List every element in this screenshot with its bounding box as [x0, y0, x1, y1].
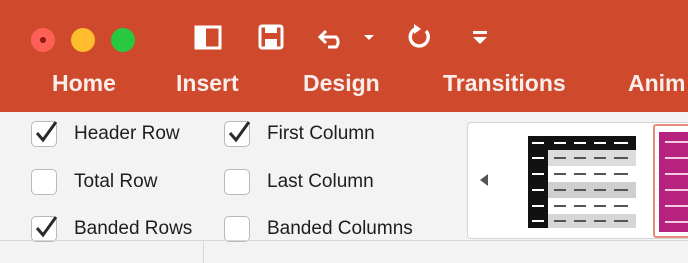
- first-column-checkbox[interactable]: [224, 121, 251, 147]
- last-column-option[interactable]: Last Column: [224, 165, 374, 199]
- tab-transitions[interactable]: Transitions: [443, 70, 566, 97]
- total-row-checkbox[interactable]: [31, 169, 57, 195]
- banded-columns-checkbox[interactable]: [224, 216, 250, 242]
- banded-columns-label: Banded Columns: [267, 218, 413, 239]
- close-button[interactable]: [31, 28, 55, 52]
- group-divider: [203, 240, 204, 263]
- banded-rows-checkbox[interactable]: [31, 216, 58, 242]
- header-row-label: Header Row: [74, 123, 180, 144]
- last-column-label: Last Column: [267, 171, 374, 192]
- tab-design[interactable]: Design: [303, 70, 380, 97]
- ribbon-bottom-divider: [0, 240, 688, 241]
- first-column-option[interactable]: First Column: [224, 117, 375, 151]
- zoom-button[interactable]: [111, 28, 135, 52]
- redo-icon[interactable]: [404, 22, 434, 54]
- total-row-option[interactable]: Total Row: [31, 165, 157, 199]
- header-row-checkbox[interactable]: [31, 121, 58, 147]
- gallery-scroll-left-icon[interactable]: [478, 172, 490, 193]
- customize-icon[interactable]: [470, 22, 490, 54]
- first-column-label: First Column: [267, 123, 375, 144]
- tab-home[interactable]: Home: [52, 70, 116, 97]
- title-bar: Home Insert Design Transitions Anim: [0, 0, 688, 112]
- undo-icon[interactable]: [316, 22, 350, 54]
- save-icon[interactable]: [256, 22, 286, 54]
- total-row-label: Total Row: [74, 171, 158, 192]
- chevron-down-icon[interactable]: [362, 22, 376, 54]
- banded-rows-label: Banded Rows: [74, 218, 193, 239]
- header-row-option[interactable]: Header Row: [31, 117, 180, 151]
- minimize-button[interactable]: [71, 28, 95, 52]
- table-style-thumbnail[interactable]: [528, 136, 636, 233]
- sidebar-icon[interactable]: [193, 22, 223, 54]
- tab-animations[interactable]: Anim: [628, 70, 686, 97]
- table-style-thumbnail-selected[interactable]: [653, 124, 688, 238]
- last-column-checkbox[interactable]: [224, 169, 250, 195]
- tab-insert[interactable]: Insert: [176, 70, 239, 97]
